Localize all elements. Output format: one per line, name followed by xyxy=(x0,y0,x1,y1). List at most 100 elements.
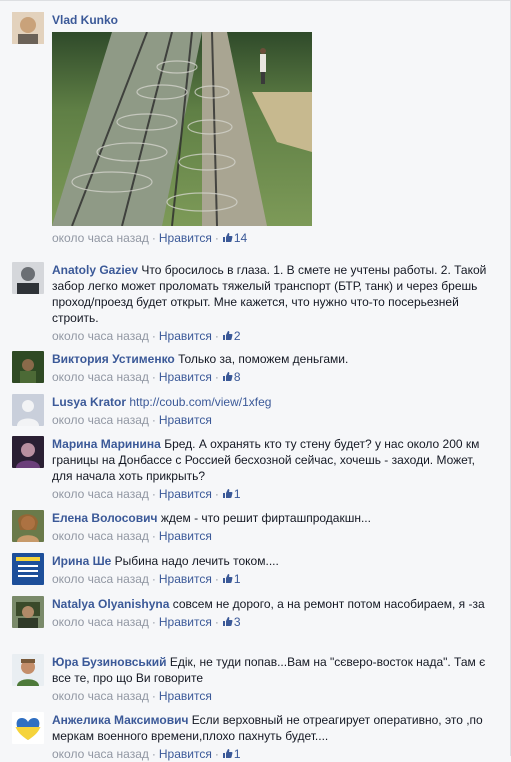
like-link[interactable]: Нравится xyxy=(159,689,212,703)
avatar[interactable] xyxy=(12,394,44,426)
avatar-portrait-icon xyxy=(12,12,44,44)
thumbs-up-icon xyxy=(222,489,233,498)
like-link[interactable]: Нравится xyxy=(159,231,212,245)
thumbs-up-icon xyxy=(222,331,233,340)
avatar[interactable] xyxy=(12,351,44,383)
like-count[interactable]: 1 xyxy=(222,747,241,761)
comment-author[interactable]: Юра Бузиновський xyxy=(52,655,167,669)
separator-dot: · xyxy=(214,487,219,501)
separator-dot: · xyxy=(151,529,156,543)
thumbs-up-icon xyxy=(222,233,233,242)
comment-meta: около часа назад · Нравится · 1 xyxy=(52,571,498,587)
default-avatar-icon xyxy=(12,394,44,426)
thumbs-up-icon xyxy=(222,574,233,583)
avatar[interactable] xyxy=(12,262,44,294)
comment-author[interactable]: Виктория Устименко xyxy=(52,352,175,366)
like-link[interactable]: Нравится xyxy=(159,413,212,427)
comment-text: ждем - что решит фирташпродакшн... xyxy=(160,511,371,525)
timestamp[interactable]: около часа назад xyxy=(52,413,149,427)
avatar-portrait-icon xyxy=(12,351,44,383)
like-count[interactable]: 3 xyxy=(222,615,241,629)
timestamp[interactable]: около часа назад xyxy=(52,747,149,761)
comment-author[interactable]: Anatoly Gaziev xyxy=(52,263,138,277)
separator-dot: · xyxy=(151,572,156,586)
separator-dot: · xyxy=(151,231,156,245)
separator-dot: · xyxy=(214,329,219,343)
comment-text: совсем не дорого, а на ремонт потом насо… xyxy=(172,597,485,611)
like-count[interactable]: 1 xyxy=(222,572,241,586)
comment-author[interactable]: Lusya Krator xyxy=(52,395,126,409)
comment-author[interactable]: Ирина Ше xyxy=(52,554,111,568)
keep-calm-badge-icon xyxy=(12,553,44,585)
avatar-portrait-icon xyxy=(12,596,44,628)
comment-author[interactable]: Елена Волосович xyxy=(52,511,157,525)
separator-dot: · xyxy=(214,572,219,586)
comment-meta: около часа назад · Нравится · 1 xyxy=(52,746,498,762)
separator-dot: · xyxy=(214,615,219,629)
like-link[interactable]: Нравится xyxy=(159,329,212,343)
like-link[interactable]: Нравится xyxy=(159,487,212,501)
comment-text: Только за, поможем деньгами. xyxy=(178,352,349,366)
comment-meta: около часа назад · Нравится · 8 xyxy=(52,369,498,385)
fence-photo-image xyxy=(52,32,312,226)
thumbs-up-icon xyxy=(222,372,233,381)
timestamp[interactable]: около часа назад xyxy=(52,689,149,703)
avatar-portrait-icon xyxy=(12,436,44,468)
like-count-value: 1 xyxy=(233,747,241,761)
like-count-value: 8 xyxy=(233,370,241,384)
avatar[interactable] xyxy=(12,553,44,585)
like-link[interactable]: Нравится xyxy=(159,747,212,761)
like-link[interactable]: Нравится xyxy=(159,370,212,384)
like-link[interactable]: Нравится xyxy=(159,572,212,586)
ukraine-heart-icon xyxy=(12,712,44,744)
like-count[interactable]: 8 xyxy=(222,370,241,384)
like-link[interactable]: Нравится xyxy=(159,529,212,543)
separator-dot: · xyxy=(214,231,219,245)
comment-author[interactable]: Natalya Olyanishyna xyxy=(52,597,169,611)
comment-meta: около часа назад · Нравится · 14 xyxy=(52,230,498,246)
top-divider xyxy=(0,0,511,1)
separator-dot: · xyxy=(151,329,156,343)
comment-meta: около часа назад · Нравится · 3 xyxy=(52,614,498,630)
comment-meta: около часа назад · Нравится · 2 xyxy=(52,328,498,344)
thumbs-up-icon xyxy=(222,617,233,626)
like-count-value: 14 xyxy=(233,231,248,245)
comment-meta: около часа назад · Нравится · 1 xyxy=(52,486,498,502)
separator-dot: · xyxy=(214,370,219,384)
comment-author[interactable]: Анжелика Максимович xyxy=(52,713,188,727)
timestamp[interactable]: около часа назад xyxy=(52,572,149,586)
separator-dot: · xyxy=(151,487,156,501)
avatar[interactable] xyxy=(12,654,44,686)
comment-meta: около часа назад · Нравится xyxy=(52,688,498,704)
comment-link[interactable]: http://coub.com/view/1xfeg xyxy=(129,395,271,409)
separator-dot: · xyxy=(151,370,156,384)
avatar-portrait-icon xyxy=(12,510,44,542)
like-count[interactable]: 14 xyxy=(222,231,247,245)
like-count[interactable]: 2 xyxy=(222,329,241,343)
timestamp[interactable]: около часа назад xyxy=(52,487,149,501)
like-link[interactable]: Нравится xyxy=(159,615,212,629)
timestamp[interactable]: около часа назад xyxy=(52,615,149,629)
comment-text: Рыбина надо лечить током.... xyxy=(114,554,279,568)
avatar[interactable] xyxy=(12,596,44,628)
like-count-value: 2 xyxy=(233,329,241,343)
like-count-value: 1 xyxy=(233,572,241,586)
avatar-portrait-icon xyxy=(12,262,44,294)
avatar[interactable] xyxy=(12,510,44,542)
avatar[interactable] xyxy=(12,12,44,44)
avatar[interactable] xyxy=(12,712,44,744)
comment-author[interactable]: Vlad Kunko xyxy=(52,13,118,27)
avatar[interactable] xyxy=(12,436,44,468)
like-count-value: 3 xyxy=(233,615,241,629)
timestamp[interactable]: около часа назад xyxy=(52,231,149,245)
timestamp[interactable]: около часа назад xyxy=(52,370,149,384)
comment-author[interactable]: Марина Маринина xyxy=(52,437,161,451)
comment-meta: около часа назад · Нравится xyxy=(52,412,498,428)
thumbs-up-icon xyxy=(222,749,233,758)
timestamp[interactable]: около часа назад xyxy=(52,529,149,543)
separator-dot: · xyxy=(151,747,156,761)
comment-photo[interactable] xyxy=(52,32,312,226)
timestamp[interactable]: около часа назад xyxy=(52,329,149,343)
separator-dot: · xyxy=(151,689,156,703)
like-count[interactable]: 1 xyxy=(222,487,241,501)
